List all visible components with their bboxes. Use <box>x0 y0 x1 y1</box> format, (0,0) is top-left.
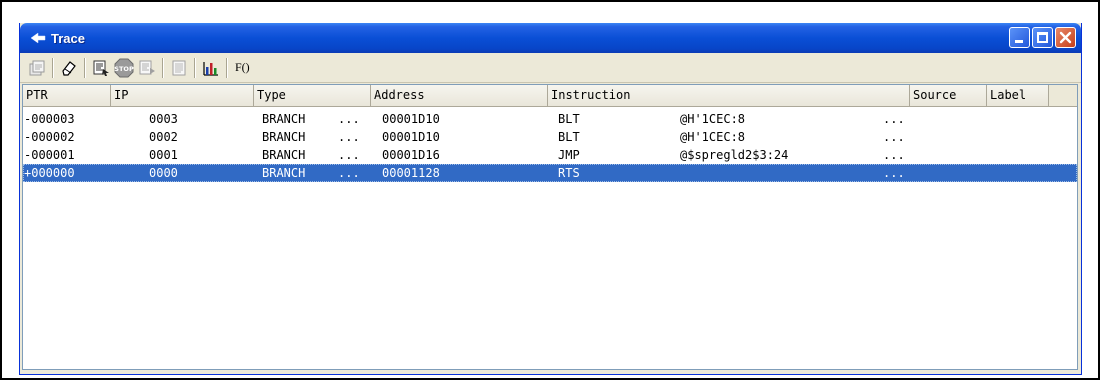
cell-operand: @$spregld2$3:24 <box>680 148 789 162</box>
cell-address: 00001128 <box>382 166 440 180</box>
toolbar-separator <box>84 57 86 78</box>
cell-address: 00001D10 <box>382 130 440 144</box>
trace-window: Trace STOP F() PTR IP Type Address Instr… <box>19 23 1082 375</box>
maximize-button[interactable] <box>1032 27 1053 48</box>
cell-ip: 0001 <box>149 148 178 162</box>
cell-type-more: ... <box>338 112 360 126</box>
eraser-icon[interactable] <box>58 57 80 79</box>
column-header-ptr[interactable]: PTR <box>23 85 111 106</box>
properties-icon[interactable] <box>26 57 48 79</box>
trace-window-icon <box>30 31 46 45</box>
trace-acquire-icon[interactable] <box>90 57 112 79</box>
column-header-ip[interactable]: IP <box>111 85 254 106</box>
cell-ptr: -000002 <box>24 130 75 144</box>
cell-type-more: ... <box>338 166 360 180</box>
toolbar: STOP F() <box>20 53 1081 83</box>
cell-instruction-more: ... <box>883 112 905 126</box>
toolbar-separator <box>194 57 196 78</box>
column-header-instruction[interactable]: Instruction <box>548 85 910 106</box>
column-header-type[interactable]: Type <box>254 85 371 106</box>
statistics-chart-icon[interactable] <box>200 57 222 79</box>
cell-ptr: -000003 <box>24 112 75 126</box>
cell-type-more: ... <box>338 148 360 162</box>
toolbar-separator <box>52 57 54 78</box>
cell-ptr: +000000 <box>24 166 75 180</box>
cell-operand: @H'1CEC:8 <box>680 112 746 126</box>
cell-ptr: -000001 <box>24 148 75 162</box>
title-bar[interactable]: Trace <box>20 23 1081 53</box>
cell-operand: @H'1CEC:8 <box>680 130 746 144</box>
table-row[interactable]: -000001 0001 BRANCH... 00001D16 JMP @$spregld… <box>23 146 1077 164</box>
cell-instruction-more: ... <box>883 130 905 144</box>
cell-address: 00001D16 <box>382 148 440 162</box>
svg-text:STOP: STOP <box>114 65 134 73</box>
close-icon <box>1059 31 1072 44</box>
cell-type: BRANCH <box>262 112 306 126</box>
cell-mnemonic: BLT <box>558 112 580 126</box>
toolbar-separator <box>162 57 164 78</box>
toolbar-separator <box>226 57 228 78</box>
column-header-label[interactable]: Label <box>987 85 1049 106</box>
table-header: PTR IP Type Address Instruction Source L… <box>23 85 1077 107</box>
cell-type-more: ... <box>338 130 360 144</box>
column-header-source[interactable]: Source <box>910 85 987 106</box>
trace-restart-icon[interactable] <box>136 57 158 79</box>
cell-type: BRANCH <box>262 166 306 180</box>
table-body: -000003 0003 BRANCH... 00001D10 BLT @H'1CEC:8… <box>23 107 1077 182</box>
cell-ip: 0002 <box>149 130 178 144</box>
window-title: Trace <box>51 30 85 46</box>
table-row[interactable]: -000003 0003 BRANCH... 00001D10 BLT @H'1CEC:8… <box>23 110 1077 128</box>
table-row[interactable]: +000000 0000 BRANCH... 00001128 RTS... <box>23 164 1077 182</box>
table-row[interactable]: -000002 0002 BRANCH... 00001D10 BLT @H'1CEC:8… <box>23 128 1077 146</box>
column-header-address[interactable]: Address <box>371 85 548 106</box>
cell-mnemonic: BLT <box>558 130 580 144</box>
cell-mnemonic: JMP <box>558 148 580 162</box>
cell-type: BRANCH <box>262 148 306 162</box>
cell-address: 00001D10 <box>382 112 440 126</box>
minimize-icon <box>1015 40 1023 43</box>
cell-mnemonic: RTS <box>558 166 580 180</box>
cell-ip: 0000 <box>149 166 178 180</box>
cell-instruction-more: ... <box>883 166 905 180</box>
cell-type: BRANCH <box>262 130 306 144</box>
close-button[interactable] <box>1055 27 1076 48</box>
trace-table[interactable]: PTR IP Type Address Instruction Source L… <box>22 84 1078 370</box>
function-button[interactable]: F() <box>235 60 250 75</box>
trace-view-icon[interactable] <box>168 57 190 79</box>
cell-instruction-more: ... <box>883 148 905 162</box>
stop-icon[interactable]: STOP <box>113 57 135 79</box>
cell-ip: 0003 <box>149 112 178 126</box>
maximize-icon <box>1037 32 1048 43</box>
minimize-button[interactable] <box>1009 27 1030 48</box>
